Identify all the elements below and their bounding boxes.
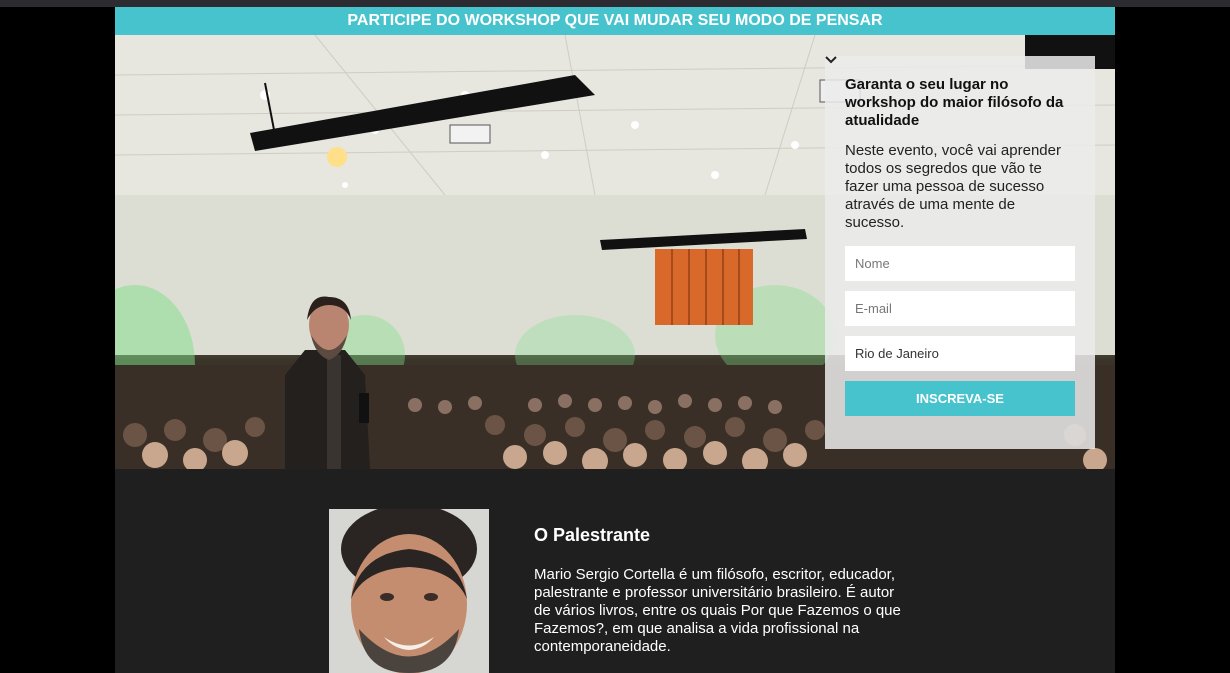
form-title: Garanta o seu lugar no workshop do maior…: [845, 76, 1064, 129]
speaker-title: O Palestrante: [534, 525, 651, 545]
name-field[interactable]: Nome: [845, 246, 1075, 281]
speaker-photo: [329, 509, 489, 673]
speaker-section: O Palestrante Mario Sergio Cortella é um…: [115, 469, 1115, 673]
landing-page: PARTICIPE DO WORKSHOP QUE VAI MUDAR SEU …: [115, 7, 1115, 673]
email-field[interactable]: E-mail: [845, 291, 1075, 326]
city-select[interactable]: Rio de Janeiro: [825, 56, 1075, 371]
browser-top-strip: [0, 0, 1230, 7]
top-banner: PARTICIPE DO WORKSHOP QUE VAI MUDAR SEU …: [115, 7, 1115, 35]
subscribe-button[interactable]: INSCREVA-SE: [845, 381, 1075, 416]
hero-section: Garanta o seu lugar no workshop do maior…: [115, 35, 1115, 469]
signup-form-card: Garanta o seu lugar no workshop do maior…: [825, 56, 1095, 449]
name-placeholder: Nome: [855, 256, 890, 271]
city-selected-value: Rio de Janeiro: [855, 346, 939, 361]
email-placeholder: E-mail: [855, 301, 892, 316]
chevron-down-icon: [825, 56, 837, 64]
speaker-bio: Mario Sergio Cortella é um filósofo, esc…: [534, 566, 901, 655]
form-description: Neste evento, você vai aprender todos os…: [845, 142, 1061, 231]
